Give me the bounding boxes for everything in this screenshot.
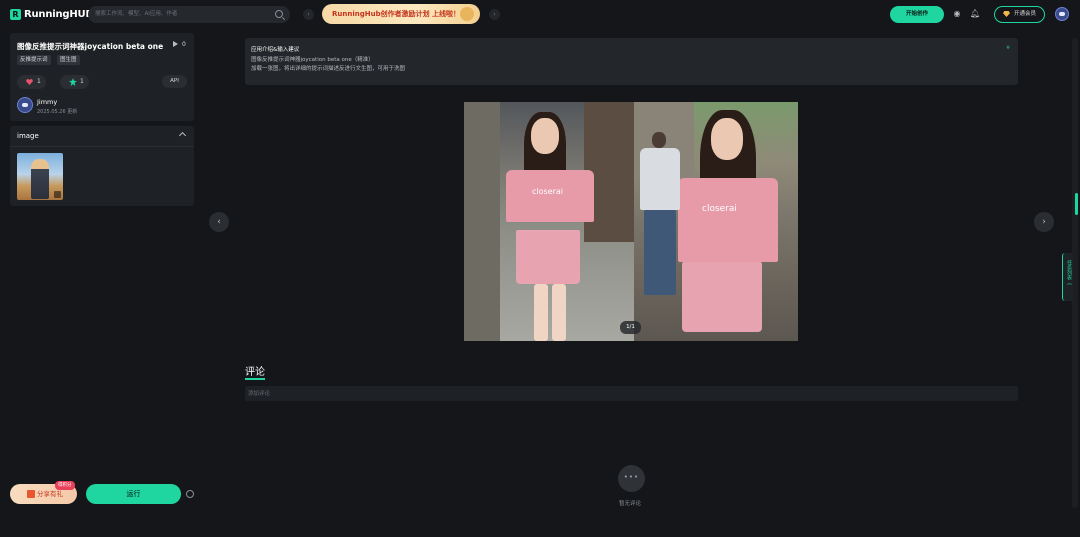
author-avatar[interactable]: [17, 97, 33, 113]
logo-text: RunningHUB: [24, 9, 93, 20]
favorite-count: 1: [80, 78, 84, 85]
heart-icon: [26, 79, 33, 85]
share-badge: 得积分: [55, 481, 75, 490]
api-button[interactable]: API: [162, 75, 187, 88]
image-next-button[interactable]: ›: [1034, 212, 1054, 232]
banner-prev-button[interactable]: ‹: [303, 9, 314, 20]
intro-line-1: 图像反推提示词神器joycation beta one（精准）: [251, 57, 374, 63]
vip-button[interactable]: 开通会员: [994, 6, 1045, 23]
result-image-left: closerai: [464, 102, 634, 341]
app-intro-panel: 应用介绍&输入建议 图像反推提示词神器joycation beta one（精准…: [245, 38, 1018, 85]
bell-icon[interactable]: 🔔︎: [970, 9, 980, 19]
scrollbar-thumb[interactable]: [1075, 193, 1078, 215]
task-list-tab[interactable]: 任务列表《: [1062, 253, 1073, 301]
logo[interactable]: R RunningHUB: [10, 8, 93, 21]
logo-mark: R: [10, 9, 21, 20]
image-input-card: image: [10, 126, 194, 206]
favorite-button[interactable]: 1: [60, 75, 89, 89]
user-avatar[interactable]: [1055, 7, 1069, 21]
divider: [10, 146, 194, 147]
shirt-text-right: closerai: [702, 204, 737, 214]
search-icon[interactable]: [275, 10, 283, 18]
chevron-up-icon[interactable]: [178, 131, 187, 140]
banner-next-button[interactable]: ›: [489, 9, 500, 20]
run-count: 0: [173, 41, 186, 48]
comments-title: 评论: [245, 367, 265, 378]
expand-icon[interactable]: »: [1004, 45, 1012, 51]
like-button[interactable]: 1: [17, 75, 46, 89]
top-header: R RunningHUB 搜索工作流、模型、AI应用、作者 ‹ RunningH…: [0, 0, 1080, 30]
community-icon[interactable]: ◉: [952, 9, 962, 19]
run-count-value: 0: [182, 41, 186, 48]
image-counter: 1/1: [620, 321, 641, 334]
tag-reverse-prompt[interactable]: 反推提示词: [17, 55, 51, 65]
run-button[interactable]: 运行: [86, 484, 181, 504]
search-placeholder: 搜索工作流、模型、AI应用、作者: [95, 11, 178, 17]
comments-tab-underline: [245, 378, 265, 380]
author-name[interactable]: Jimmy: [37, 98, 57, 106]
app-info-card: 图像反推提示词神器joycation beta one（... 0 反推提示词 …: [10, 33, 194, 121]
search-input[interactable]: 搜索工作流、模型、AI应用、作者: [88, 6, 290, 23]
diamond-icon: [1003, 11, 1010, 17]
promo-banner[interactable]: RunningHub创作者激励计划 上线啦！: [322, 4, 480, 24]
promo-banner-text: RunningHub创作者激励计划 上线啦！: [332, 10, 461, 18]
play-icon: [173, 41, 178, 47]
background-person: [636, 132, 682, 302]
app-title: 图像反推提示词神器joycation beta one（...: [17, 42, 167, 51]
intro-line-2: 加载一张图，将出详细的提示词描述反进行文生图，可用于洗图: [251, 66, 406, 72]
input-image-thumbnail[interactable]: [17, 153, 63, 200]
thumbnail-figure: [31, 159, 49, 199]
info-icon[interactable]: [186, 490, 194, 498]
empty-comments-icon: •••: [618, 465, 645, 492]
star-icon: [69, 78, 77, 86]
empty-comments-text: 暂无评论: [619, 501, 642, 507]
coin-icon: [460, 7, 474, 21]
start-create-button[interactable]: 开始创作: [890, 6, 944, 23]
image-prev-button[interactable]: ‹: [209, 212, 229, 232]
comment-input[interactable]: [245, 386, 1018, 401]
share-label: 分享有礼: [37, 490, 63, 498]
intro-title: 应用介绍&输入建议: [251, 47, 300, 53]
image-badge-icon: [54, 191, 61, 198]
result-image-viewer[interactable]: closerai closerai: [464, 102, 798, 341]
image-input-title: image: [17, 132, 39, 140]
gift-icon: [27, 490, 35, 498]
shirt-text-left: closerai: [532, 187, 564, 196]
updated-date: 2025.05.26 更新: [37, 109, 78, 115]
vip-label: 开通会员: [1014, 11, 1037, 17]
like-count: 1: [37, 78, 41, 85]
tag-img2img[interactable]: 图生图: [57, 55, 80, 65]
